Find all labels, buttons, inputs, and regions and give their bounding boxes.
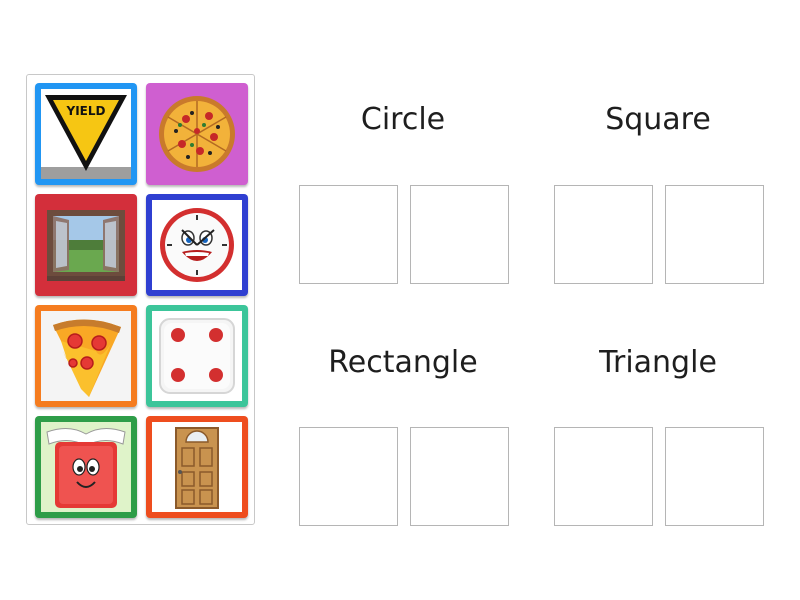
book-icon	[41, 422, 131, 512]
group-title-square: Square	[605, 102, 711, 137]
yield-sign-card[interactable]: YIELD	[35, 83, 137, 185]
door-card[interactable]	[146, 416, 248, 518]
clock-card[interactable]	[146, 194, 248, 296]
group-title-triangle: Triangle	[599, 345, 717, 380]
drop-slot-square-2[interactable]	[665, 185, 764, 284]
door-icon	[152, 422, 242, 512]
svg-text:YIELD: YIELD	[66, 104, 106, 118]
drop-slot-square-1[interactable]	[554, 185, 653, 284]
drop-slot-rectangle-2[interactable]	[410, 427, 509, 526]
drop-slot-triangle-2[interactable]	[665, 427, 764, 526]
pizza-slice-icon	[41, 311, 131, 401]
drop-slot-circle-2[interactable]	[410, 185, 509, 284]
drop-slot-rectangle-1[interactable]	[299, 427, 398, 526]
pizza-slice-card[interactable]	[35, 305, 137, 407]
drop-slot-circle-1[interactable]	[299, 185, 398, 284]
card-tray: YIELD	[26, 74, 255, 525]
dice-card[interactable]	[146, 305, 248, 407]
dice-icon	[152, 311, 242, 401]
yield-sign-icon: YIELD	[41, 89, 131, 179]
window-icon	[41, 200, 131, 290]
group-title-rectangle: Rectangle	[328, 345, 478, 380]
pizza-card[interactable]	[146, 83, 248, 185]
pizza-icon	[152, 89, 242, 179]
book-card[interactable]	[35, 416, 137, 518]
group-title-circle: Circle	[360, 102, 446, 137]
drop-slot-triangle-1[interactable]	[554, 427, 653, 526]
window-card[interactable]	[35, 194, 137, 296]
clock-icon	[152, 200, 242, 290]
